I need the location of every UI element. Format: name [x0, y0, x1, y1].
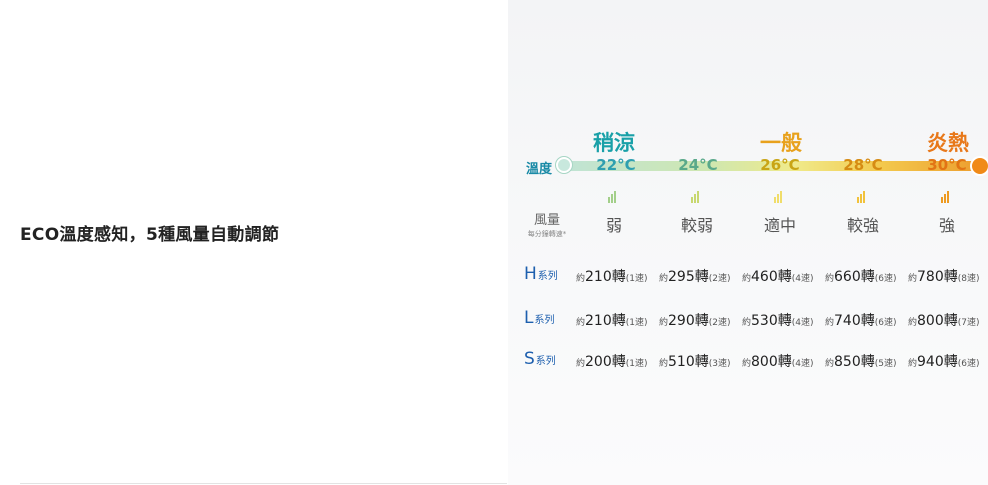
speed-prefix: 約 — [576, 359, 586, 369]
speed-suffix: (5速) — [874, 359, 897, 369]
bar-end-dot — [970, 156, 988, 176]
series-suffix: 系列 — [534, 315, 555, 326]
temp-22: 22°C — [596, 156, 636, 174]
speed-value: 210轉 — [585, 269, 626, 285]
speed-cell: 約660轉(6速) — [825, 266, 897, 286]
speed-value: 850轉 — [834, 354, 875, 370]
speed-suffix: (6速) — [957, 359, 980, 369]
speed-suffix: (4速) — [791, 359, 814, 369]
fan-level-icon — [774, 184, 788, 203]
speed-prefix: 約 — [659, 359, 669, 369]
speed-suffix: (1速) — [625, 274, 648, 284]
speed-prefix: 約 — [742, 359, 752, 369]
speed-prefix: 約 — [908, 274, 918, 284]
wind-level: 較弱 — [680, 216, 714, 235]
speed-value: 290轉 — [668, 313, 709, 329]
category-hot: 炎熱 — [927, 131, 969, 155]
eco-speed-table: 稍涼 一般 炎熱 溫度 22°C 24°C 26°C 28°C 30°C 風量 … — [508, 0, 988, 485]
bar-start-dot — [556, 157, 572, 173]
page-heading: ECO溫度感知，5種風量自動調節 — [20, 225, 280, 245]
fan-level-icon — [691, 184, 705, 203]
speed-cell: 約290轉(2速) — [659, 310, 731, 330]
wind-label-sub: 每分鐘轉速* — [527, 230, 567, 238]
series-letter: H — [524, 264, 537, 284]
temp-26: 26°C — [760, 156, 800, 174]
speed-suffix: (4速) — [791, 274, 814, 284]
speed-cell: 約295轉(2速) — [659, 266, 731, 286]
speed-prefix: 約 — [659, 318, 669, 328]
speed-suffix: (7速) — [957, 318, 980, 328]
wind-label: 風量 每分鐘轉速* — [518, 209, 576, 239]
speed-suffix: (1速) — [625, 318, 648, 328]
wind-level: 強 — [938, 216, 956, 235]
series-suffix: 系列 — [535, 356, 556, 367]
speed-prefix: 約 — [742, 318, 752, 328]
fan-level-icon — [857, 184, 871, 203]
speed-value: 800轉 — [751, 354, 792, 370]
speed-cell: 約210轉(1速) — [576, 310, 648, 330]
wind-level: 弱 — [605, 216, 623, 235]
speed-suffix: (1速) — [625, 359, 648, 369]
category-cool: 稍涼 — [593, 131, 635, 155]
speed-prefix: 約 — [825, 359, 835, 369]
temp-30: 30°C — [927, 156, 967, 174]
speed-value: 780轉 — [917, 269, 958, 285]
series-label: H系列 — [524, 264, 558, 284]
speed-cell: 約210轉(1速) — [576, 266, 648, 286]
speed-value: 295轉 — [668, 269, 709, 285]
speed-prefix: 約 — [742, 274, 752, 284]
speed-value: 510轉 — [668, 354, 709, 370]
speed-suffix: (6速) — [874, 318, 897, 328]
series-suffix: 系列 — [537, 271, 558, 282]
temperature-label: 溫度 — [526, 162, 553, 177]
speed-cell: 約740轉(6速) — [825, 310, 897, 330]
wind-label-main: 風量 — [533, 213, 560, 228]
speed-value: 660轉 — [834, 269, 875, 285]
speed-cell: 約940轉(6速) — [908, 351, 980, 371]
speed-value: 740轉 — [834, 313, 875, 329]
speed-cell: 約200轉(1速) — [576, 351, 648, 371]
divider — [20, 483, 507, 484]
speed-prefix: 約 — [908, 359, 918, 369]
fan-level-icon — [941, 184, 955, 203]
series-label: L系列 — [524, 308, 554, 328]
speed-cell: 約850轉(5速) — [825, 351, 897, 371]
series-letter: L — [524, 308, 534, 328]
wind-level: 較強 — [846, 216, 880, 235]
speed-cell: 約800轉(7速) — [908, 310, 980, 330]
speed-suffix: (2速) — [708, 274, 731, 284]
speed-cell: 約510轉(3速) — [659, 351, 731, 371]
speed-value: 530轉 — [751, 313, 792, 329]
temp-28: 28°C — [843, 156, 883, 174]
series-letter: S — [524, 349, 535, 369]
speed-value: 800轉 — [917, 313, 958, 329]
speed-prefix: 約 — [908, 318, 918, 328]
speed-value: 200轉 — [585, 354, 626, 370]
speed-suffix: (3速) — [708, 359, 731, 369]
speed-prefix: 約 — [576, 274, 586, 284]
speed-suffix: (8速) — [957, 274, 980, 284]
speed-value: 210轉 — [585, 313, 626, 329]
speed-cell: 約800轉(4速) — [742, 351, 814, 371]
wind-level: 適中 — [763, 216, 797, 235]
category-normal: 一般 — [760, 131, 802, 155]
speed-prefix: 約 — [825, 274, 835, 284]
speed-value: 460轉 — [751, 269, 792, 285]
fan-level-icon — [608, 184, 622, 203]
series-label: S系列 — [524, 349, 556, 369]
temp-24: 24°C — [678, 156, 718, 174]
speed-prefix: 約 — [825, 318, 835, 328]
speed-value: 940轉 — [917, 354, 958, 370]
speed-prefix: 約 — [659, 274, 669, 284]
speed-prefix: 約 — [576, 318, 586, 328]
speed-cell: 約460轉(4速) — [742, 266, 814, 286]
speed-cell: 約780轉(8速) — [908, 266, 980, 286]
speed-suffix: (6速) — [874, 274, 897, 284]
speed-cell: 約530轉(4速) — [742, 310, 814, 330]
speed-suffix: (2速) — [708, 318, 731, 328]
speed-suffix: (4速) — [791, 318, 814, 328]
